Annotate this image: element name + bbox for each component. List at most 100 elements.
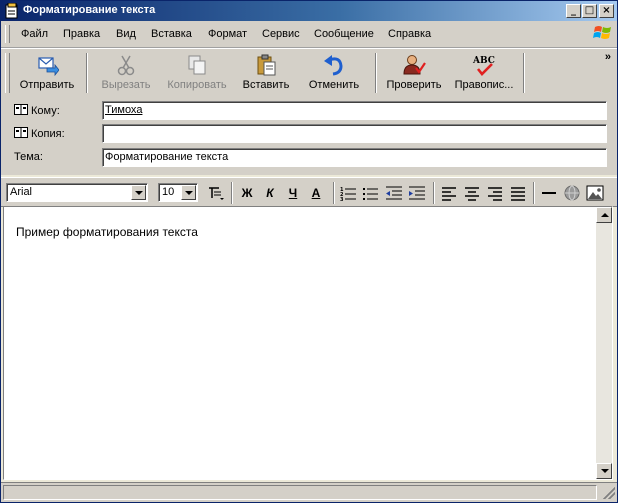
decrease-indent-button[interactable] bbox=[384, 184, 404, 202]
send-label: Отправить bbox=[19, 79, 75, 91]
message-body-editor[interactable]: Пример форматирования текста bbox=[3, 206, 613, 480]
undo-label: Отменить bbox=[308, 79, 360, 91]
cc-label-button[interactable]: Копия: bbox=[14, 127, 65, 140]
menu-file[interactable]: Файл bbox=[21, 28, 48, 40]
paste-label: Вставить bbox=[242, 79, 290, 91]
to-recipient[interactable]: Тимоха bbox=[105, 104, 142, 116]
chevron-down-icon[interactable] bbox=[131, 185, 146, 200]
format-separator bbox=[533, 182, 535, 204]
globe-link-icon bbox=[564, 185, 580, 201]
italic-button[interactable]: К bbox=[260, 184, 280, 202]
windows-logo-icon bbox=[593, 26, 611, 39]
copy-icon bbox=[188, 55, 206, 75]
check-names-label: Проверить bbox=[386, 79, 442, 91]
menu-format[interactable]: Формат bbox=[208, 28, 247, 40]
toolbar-overflow-chevron[interactable]: » bbox=[605, 51, 611, 63]
underline-button[interactable]: Ч bbox=[283, 184, 303, 202]
bold-button[interactable]: Ж bbox=[237, 184, 257, 202]
decrease-indent-icon bbox=[386, 186, 402, 200]
undo-button[interactable]: Отменить bbox=[301, 51, 367, 95]
font-name-value: Arial bbox=[10, 186, 33, 198]
insert-picture-button[interactable] bbox=[585, 184, 605, 202]
header-pane: Кому: Тимоха Копия: Тема: Форматирование… bbox=[1, 97, 617, 175]
format-separator bbox=[231, 182, 233, 204]
formatting-toolbar: Arial 10 Ж К Ч A 1 2 3 bbox=[1, 177, 617, 207]
menubar-grip[interactable] bbox=[5, 25, 10, 43]
font-name-select[interactable]: Arial bbox=[6, 183, 148, 202]
horizontal-line-button[interactable] bbox=[539, 184, 559, 202]
font-color-button[interactable]: A bbox=[306, 184, 326, 202]
justify-button[interactable] bbox=[508, 184, 528, 202]
subject-field[interactable]: Форматирование текста bbox=[102, 148, 607, 167]
increase-indent-icon bbox=[409, 186, 425, 200]
horizontal-line-icon bbox=[542, 192, 556, 194]
align-right-icon bbox=[488, 187, 502, 201]
to-row: Кому: Тимоха bbox=[1, 100, 617, 122]
hyperlink-button[interactable] bbox=[562, 184, 582, 202]
check-names-button[interactable]: Проверить bbox=[381, 51, 447, 95]
align-center-button[interactable] bbox=[462, 184, 482, 202]
format-separator bbox=[433, 182, 435, 204]
numbered-list-icon: 1 2 3 bbox=[340, 187, 356, 203]
menu-tools[interactable]: Сервис bbox=[262, 28, 300, 40]
vertical-scrollbar[interactable] bbox=[596, 207, 612, 479]
justify-icon bbox=[511, 187, 525, 201]
paste-button[interactable]: Вставить bbox=[237, 51, 295, 95]
bullet-list-button[interactable] bbox=[361, 184, 381, 202]
align-right-button[interactable] bbox=[485, 184, 505, 202]
subject-row: Тема: Форматирование текста bbox=[1, 147, 617, 169]
spelling-label: Правопис... bbox=[454, 79, 514, 91]
copy-label: Копировать bbox=[167, 79, 227, 91]
align-left-button[interactable] bbox=[439, 184, 459, 202]
scroll-down-button[interactable] bbox=[596, 463, 612, 479]
to-label-button[interactable]: Кому: bbox=[14, 104, 60, 117]
address-book-icon bbox=[14, 104, 28, 115]
align-center-icon bbox=[465, 187, 479, 201]
minimize-button[interactable]: _ bbox=[566, 4, 581, 18]
chevron-down-icon[interactable] bbox=[181, 185, 196, 200]
align-left-icon bbox=[442, 187, 456, 201]
to-field[interactable]: Тимоха bbox=[102, 101, 607, 120]
scroll-up-button[interactable] bbox=[596, 207, 612, 223]
cc-label: Копия: bbox=[31, 128, 65, 140]
cc-field[interactable] bbox=[102, 124, 607, 143]
font-size-select[interactable]: 10 bbox=[158, 183, 198, 202]
send-button[interactable]: Отправить bbox=[13, 51, 81, 95]
menu-message[interactable]: Сообщение bbox=[314, 28, 374, 40]
address-book-icon bbox=[14, 127, 28, 138]
cut-label: Вырезать bbox=[101, 79, 151, 91]
paragraph-style-button[interactable] bbox=[206, 184, 226, 202]
spelling-button[interactable]: ABC Правопис... bbox=[449, 51, 519, 95]
svg-text:3: 3 bbox=[340, 197, 344, 202]
subject-label: Тема: bbox=[14, 151, 43, 163]
font-size-value: 10 bbox=[162, 186, 175, 198]
toolbar-separator bbox=[523, 53, 525, 93]
toolbar-separator bbox=[86, 53, 88, 93]
maximize-button[interactable]: □ bbox=[582, 4, 597, 18]
menu-view[interactable]: Вид bbox=[116, 28, 136, 40]
main-toolbar: Отправить Вырезать Копировать Вставить О… bbox=[1, 48, 617, 98]
title-bar[interactable]: Форматирование текста _ □ × bbox=[1, 1, 617, 21]
menu-insert[interactable]: Вставка bbox=[151, 28, 192, 40]
scissors-icon bbox=[117, 55, 135, 76]
toolbar-separator bbox=[375, 53, 377, 93]
status-bar bbox=[1, 482, 617, 502]
spelling-icon: ABC bbox=[472, 56, 495, 76]
resize-grip-icon[interactable] bbox=[603, 487, 615, 499]
menu-edit[interactable]: Правка bbox=[63, 28, 100, 40]
numbered-list-button[interactable]: 1 2 3 bbox=[339, 184, 359, 203]
undo-icon bbox=[324, 55, 343, 76]
cc-row: Копия: bbox=[1, 123, 617, 145]
cut-button[interactable]: Вырезать bbox=[93, 51, 159, 95]
format-separator bbox=[333, 182, 335, 204]
paragraph-style-icon bbox=[209, 187, 224, 200]
copy-button[interactable]: Копировать bbox=[161, 51, 233, 95]
increase-indent-button[interactable] bbox=[407, 184, 427, 202]
message-icon bbox=[5, 3, 18, 19]
close-button[interactable]: × bbox=[599, 4, 614, 18]
message-body-text[interactable]: Пример форматирования текста bbox=[16, 225, 198, 239]
compose-window: Форматирование текста _ □ × Файл Правка … bbox=[0, 0, 618, 503]
to-label: Кому: bbox=[31, 105, 60, 117]
toolbar-grip[interactable] bbox=[5, 53, 10, 93]
menu-help[interactable]: Справка bbox=[388, 28, 431, 40]
